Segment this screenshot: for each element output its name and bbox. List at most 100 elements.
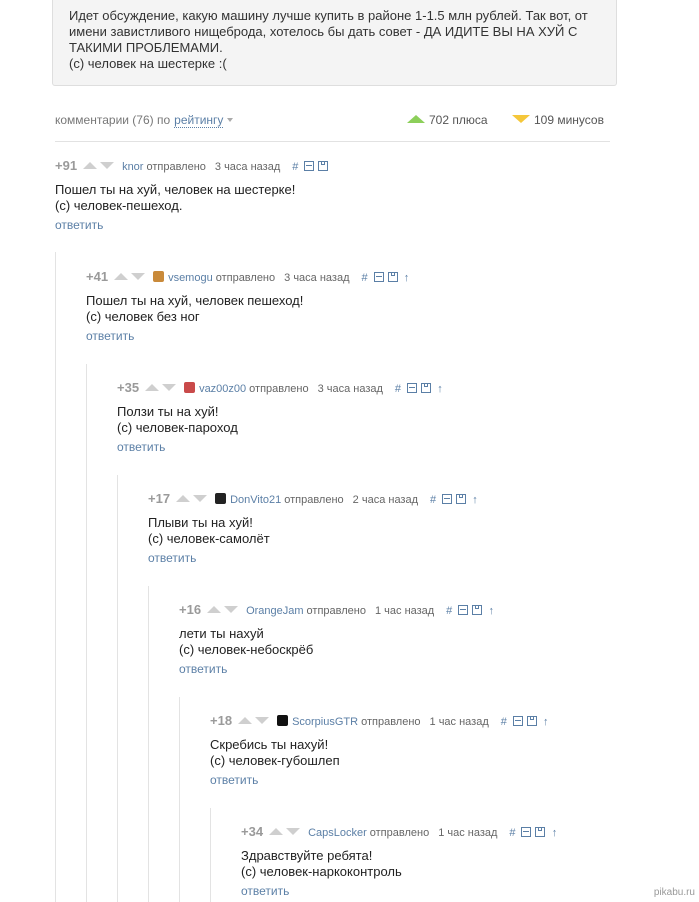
reply-link[interactable]: ответить: [241, 884, 562, 898]
save-icon[interactable]: [534, 825, 546, 841]
comment: +34 CapsLocker отправлено 1 час назад # ↑ Здра…: [241, 824, 562, 898]
comment-author-link[interactable]: CapsLocker: [308, 827, 367, 839]
collapse-icon[interactable]: [406, 381, 418, 397]
post-text-box: Идет обсуждение, какую машину лучше купи…: [52, 0, 617, 86]
avatar[interactable]: [184, 382, 196, 393]
hash-icon[interactable]: #: [498, 714, 510, 730]
comment-author-link[interactable]: vaz00z00: [199, 383, 246, 395]
vote-up-icon[interactable]: [176, 495, 191, 502]
comment-author-link[interactable]: ScorpiusGTR: [292, 716, 358, 728]
save-icon[interactable]: [420, 381, 432, 397]
collapse-icon[interactable]: [441, 492, 453, 508]
comment-author-link[interactable]: vsemogu: [168, 272, 213, 284]
watermark: pikabu.ru: [653, 887, 695, 898]
minuses-counter: 109 минусов: [512, 112, 604, 128]
save-icon[interactable]: [455, 492, 467, 508]
parent-arrow-icon[interactable]: ↑: [548, 825, 560, 841]
pluses-label: 702 плюса: [429, 113, 488, 127]
parent-arrow-icon[interactable]: ↑: [485, 603, 497, 619]
save-icon[interactable]: [387, 270, 399, 286]
divider: [55, 141, 610, 142]
reply-link[interactable]: ответить: [179, 662, 499, 676]
vote-down-icon[interactable]: [286, 828, 301, 835]
parent-arrow-icon[interactable]: ↑: [401, 270, 413, 286]
vote-down-icon[interactable]: [131, 273, 146, 280]
save-icon[interactable]: [526, 714, 538, 730]
comment-rating: +35: [117, 380, 140, 395]
parent-arrow-icon[interactable]: ↑: [434, 381, 446, 397]
minus-triangle-icon: [512, 115, 530, 123]
reply-link[interactable]: ответить: [55, 218, 331, 232]
comment-tools: #: [289, 161, 331, 173]
save-icon[interactable]: [317, 159, 329, 175]
comment-time: 3 часа назад: [214, 161, 281, 173]
reply-link[interactable]: ответить: [148, 551, 483, 565]
comments-count-label: комментарии (76) по: [55, 113, 171, 127]
vote-up-icon[interactable]: [114, 273, 129, 280]
comment-time: 3 часа назад: [317, 383, 383, 395]
comment-author-link[interactable]: DonVito21: [230, 494, 281, 506]
vote-down-icon[interactable]: [100, 162, 115, 169]
comment-rating: +91: [55, 158, 78, 173]
save-icon[interactable]: [471, 603, 483, 619]
sent-label: отправлено: [306, 605, 366, 617]
sent-label: отправлено: [369, 827, 430, 839]
sent-label: отправлено: [361, 716, 421, 728]
reply-link[interactable]: ответить: [210, 773, 554, 787]
comment-header: +16 OrangeJam отправлено 1 час назад # ↑: [179, 602, 499, 618]
hash-icon[interactable]: #: [427, 492, 439, 508]
hash-icon[interactable]: #: [289, 159, 301, 175]
collapse-icon[interactable]: [520, 825, 532, 841]
comment-author-link[interactable]: OrangeJam: [246, 605, 303, 617]
vote-up-icon[interactable]: [207, 606, 222, 613]
comment-rating: +34: [241, 824, 264, 839]
vote-up-icon[interactable]: [238, 717, 253, 724]
hash-icon[interactable]: #: [506, 825, 518, 841]
thread-line: [148, 586, 149, 902]
sent-label: отправлено: [215, 272, 276, 284]
chevron-down-icon[interactable]: [227, 118, 234, 122]
comment-author-link[interactable]: knor: [122, 161, 143, 173]
reply-link[interactable]: ответить: [86, 329, 415, 343]
vote-down-icon[interactable]: [255, 717, 270, 724]
sort-by-rating-link[interactable]: рейтингу: [174, 113, 224, 128]
comment: +18 ScorpiusGTR отправлено 1 час назад # ↑ Скр…: [210, 713, 554, 787]
reply-link[interactable]: ответить: [117, 440, 448, 454]
collapse-icon[interactable]: [512, 714, 524, 730]
comment-tools: # ↑: [359, 272, 415, 284]
sent-label: отправлено: [146, 161, 206, 173]
comments-meta-bar: комментарии (76) по рейтингу 702 плюса 10…: [55, 112, 610, 128]
sent-label: отправлено: [249, 383, 309, 395]
parent-arrow-icon[interactable]: ↑: [469, 492, 481, 508]
avatar[interactable]: [215, 493, 227, 504]
comment: +35 vaz00z00 отправлено 3 часа назад # ↑ Ползи…: [117, 380, 448, 454]
vote-down-icon[interactable]: [224, 606, 239, 613]
comment-tools: # ↑: [506, 827, 562, 839]
hash-icon[interactable]: #: [359, 270, 371, 286]
avatar[interactable]: [153, 271, 165, 282]
hash-icon[interactable]: #: [392, 381, 404, 397]
comment: +17 DonVito21 отправлено 2 часа назад # ↑ Плыв…: [148, 491, 483, 565]
comment-time: 2 часа назад: [352, 494, 419, 506]
comment-rating: +16: [179, 602, 202, 617]
vote-up-icon[interactable]: [83, 162, 98, 169]
comment-body: Здравствуйте ребята! (с) человек-наркоко…: [241, 848, 402, 879]
vote-down-icon[interactable]: [193, 495, 208, 502]
vote-down-icon[interactable]: [162, 384, 177, 391]
comment-tools: # ↑: [427, 494, 483, 506]
vote-up-icon[interactable]: [269, 828, 284, 835]
comment: +41 vsemogu отправлено 3 часа назад # ↑ Пошел …: [86, 269, 415, 343]
comment-time: 1 час назад: [429, 716, 489, 728]
avatar[interactable]: [277, 715, 289, 726]
collapse-icon[interactable]: [373, 270, 385, 286]
comment-header: +35 vaz00z00 отправлено 3 часа назад # ↑: [117, 380, 448, 396]
vote-up-icon[interactable]: [145, 384, 160, 391]
parent-arrow-icon[interactable]: ↑: [540, 714, 552, 730]
comment-header: +91 knor отправлено 3 часа назад #: [55, 158, 331, 174]
hash-icon[interactable]: #: [443, 603, 455, 619]
comment-time: 3 часа назад: [284, 272, 350, 284]
collapse-icon[interactable]: [303, 159, 315, 175]
comment-body: Пошел ты на хуй, человек на шестерке! (с…: [55, 182, 296, 213]
comment-header: +41 vsemogu отправлено 3 часа назад # ↑: [86, 269, 415, 285]
collapse-icon[interactable]: [457, 603, 469, 619]
